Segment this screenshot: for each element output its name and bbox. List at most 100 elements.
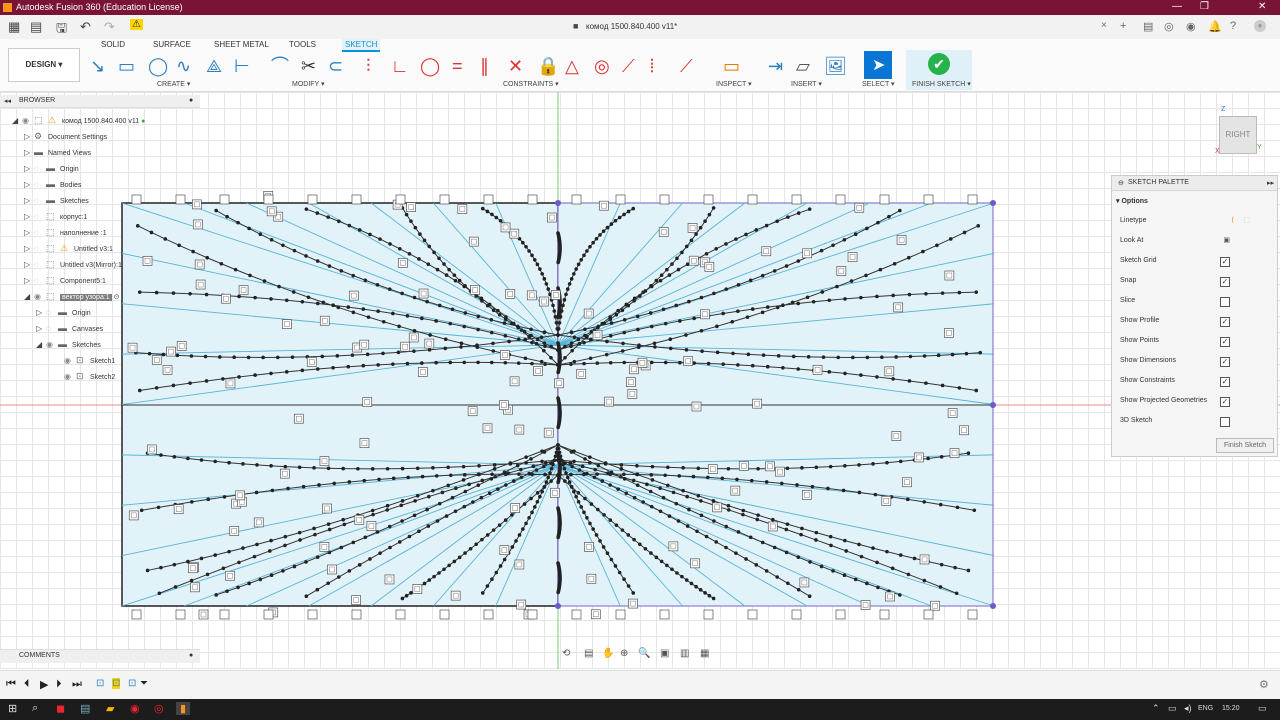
select-group-label[interactable]: SELECT ▾ <box>862 80 895 88</box>
tree-item-sketches[interactable]: ▷ ◌ ▬ Sketches <box>24 192 89 208</box>
eye-icon[interactable]: ◌ <box>46 305 58 321</box>
trim-icon[interactable]: ✂ <box>301 55 316 77</box>
play-icon[interactable]: ▶ <box>40 678 48 691</box>
dimension-icon[interactable]: ⊢ <box>234 55 250 77</box>
palette-expand-icon[interactable]: ▸▸ <box>1267 179 1274 187</box>
tree-item-napolnenie[interactable]: ▷ ◌ ⬚ наполнение :1 <box>24 224 107 240</box>
workspace-switcher[interactable]: DESIGN ▾ <box>8 48 80 82</box>
eye-icon[interactable]: ◌ <box>34 257 46 273</box>
symmetry-icon[interactable]: ⦙ <box>650 55 654 77</box>
sketch-palette-header[interactable]: ⊖ SKETCH PALETTE ▸▸ <box>1112 176 1277 191</box>
file-menu-icon[interactable]: ▤ <box>30 19 42 35</box>
expand-arrow-icon[interactable]: ▷ <box>24 177 34 193</box>
eye-icon[interactable]: ◌ <box>34 241 46 257</box>
select-tool-button[interactable]: ➤ <box>864 51 892 79</box>
help-icon[interactable]: ? <box>1230 20 1236 32</box>
app-icon-office[interactable]: ◼ <box>56 702 65 715</box>
tab-surface[interactable]: SURFACE <box>150 39 194 50</box>
close-tab-button[interactable]: × <box>1101 20 1107 31</box>
tab-sketch[interactable]: SKETCH <box>342 39 381 52</box>
collapse-arrow-icon[interactable]: ◢ <box>24 289 34 305</box>
equal-icon[interactable]: = <box>452 55 463 77</box>
snap-checkbox[interactable]: ✓ <box>1220 277 1230 287</box>
save-icon[interactable]: 🖫 <box>56 19 67 41</box>
create-group-label[interactable]: CREATE ▾ <box>157 80 190 88</box>
grid-settings-icon[interactable]: ▥ <box>680 648 689 659</box>
tree-item-vector-uzora[interactable]: ◢ ◉ ⬚ вектор узора:1 ⊙ <box>24 288 120 304</box>
comments-pin-icon[interactable]: ● <box>189 652 193 659</box>
tree-item-korpus[interactable]: ▷ ◌ ⬚ корпус:1 <box>24 208 87 224</box>
timeline-feature-sketch3[interactable]: ⊡ <box>128 678 136 689</box>
tree-item-named-views[interactable]: ▷ ▬ Named Views <box>24 144 91 160</box>
expand-arrow-icon[interactable]: ▷ <box>24 257 34 273</box>
coincident-icon[interactable]: ⫶ <box>366 55 371 77</box>
collinear-icon[interactable]: ✕ <box>508 55 523 77</box>
tree-item-origin[interactable]: ▷ ◌ ▬ Origin <box>24 160 79 176</box>
parallel-icon[interactable]: ∥ <box>480 55 489 77</box>
constraints-group-label[interactable]: CONSTRAINTS ▾ <box>503 80 559 88</box>
eye-icon[interactable]: ◌ <box>34 177 46 193</box>
fix-lock-icon[interactable]: 🔒 <box>537 55 559 77</box>
eye-icon[interactable]: ◌ <box>34 209 46 225</box>
tree-item-canvases[interactable]: ▷ ◌ ▬ Canvases <box>36 320 103 336</box>
circle-icon[interactable]: ◯ <box>148 55 168 77</box>
eye-icon[interactable]: ◉ <box>34 289 46 305</box>
tree-item-sketches-child[interactable]: ◢ ◉ ▬ Sketches <box>36 336 101 352</box>
minimize-button[interactable]: — <box>1172 1 1182 12</box>
tree-item-document-settings[interactable]: ▷ ⚙ Document Settings <box>24 128 107 144</box>
insert-group-label[interactable]: INSERT ▾ <box>791 80 822 88</box>
tree-root[interactable]: ◢ ◉ ⬚ ⚠ комод 1500.840.400 v11 ● <box>12 112 145 128</box>
tree-item-untitled-v3-mirror[interactable]: ▷ ◌ ⬚ Untitled v3(Mirror):1 <box>24 256 122 272</box>
new-tab-icon[interactable]: + <box>1120 20 1126 32</box>
app-icon-explorer[interactable]: ▰ <box>106 702 114 715</box>
triangle-constraint-icon[interactable]: △ <box>565 55 579 77</box>
concentric-icon[interactable]: ◎ <box>594 55 610 77</box>
centerline-linetype-icon[interactable]: ⬚ <box>1243 211 1250 231</box>
extensions-icon[interactable]: ◉ <box>1186 20 1196 33</box>
tangent-icon[interactable]: ◯ <box>420 55 440 77</box>
options-section-header[interactable]: ▾ Options <box>1116 192 1266 212</box>
job-status-icon[interactable]: ▤ <box>1143 20 1153 33</box>
expand-arrow-icon[interactable]: ▷ <box>24 273 34 289</box>
eye-icon[interactable]: ◉ <box>64 353 76 369</box>
finish-sketch-button[interactable]: Finish Sketch <box>1216 438 1274 453</box>
tree-item-bodies[interactable]: ▷ ◌ ▬ Bodies <box>24 176 81 192</box>
search-icon[interactable]: ⌕ <box>32 702 38 715</box>
eye-icon[interactable]: ◉ <box>64 369 76 385</box>
viewports-icon[interactable]: ▦ <box>700 648 709 659</box>
spline-icon[interactable]: ∿ <box>176 55 191 77</box>
fit-icon[interactable]: 🔍 <box>638 648 650 659</box>
warning-icon[interactable]: ⚠ <box>130 19 143 30</box>
browser-header[interactable]: ◂◂ BROWSER ● <box>0 95 200 108</box>
slice-checkbox[interactable] <box>1220 297 1230 307</box>
collapse-browser-icon[interactable]: ◂◂ <box>4 97 11 105</box>
expand-arrow-icon[interactable]: ▷ <box>24 129 34 145</box>
expand-arrow-icon[interactable]: ▷ <box>24 193 34 209</box>
construction-linetype-icon[interactable]: ⟨ <box>1231 211 1234 231</box>
tree-item-sketch2[interactable]: ◉ ⊡ Sketch2 <box>64 368 115 384</box>
expand-arrow-icon[interactable]: ▷ <box>24 225 34 241</box>
data-panel-icon[interactable]: ▦ <box>8 19 20 35</box>
display-settings-icon[interactable]: ▣ <box>660 648 669 659</box>
inspect-group-label[interactable]: INSPECT ▾ <box>716 80 752 88</box>
step-forward-icon[interactable]: ⏵ <box>56 678 62 691</box>
expand-arrow-icon[interactable]: ▷ <box>36 305 46 321</box>
activate-radio-icon[interactable]: ⊙ <box>114 294 120 301</box>
show-constraints-checkbox[interactable]: ✓ <box>1220 377 1230 387</box>
palette-toggle-icon[interactable]: ⊖ <box>1118 179 1124 187</box>
insert-derive-icon[interactable]: ⇥ <box>768 55 783 77</box>
eye-icon[interactable]: ◌ <box>34 193 46 209</box>
finish-sketch-ribbon-button[interactable]: ✔ FINISH SKETCH ▾ <box>906 50 972 90</box>
timeline-feature-sketch1[interactable]: ⊡ <box>96 678 104 689</box>
tray-expand-icon[interactable]: ⌃ <box>1152 703 1160 714</box>
insert-image-icon[interactable]: 🖼 <box>824 55 847 77</box>
go-to-end-icon[interactable]: ⏭ <box>72 678 82 691</box>
3d-sketch-checkbox[interactable] <box>1220 417 1230 427</box>
eye-icon[interactable]: ◌ <box>34 225 46 241</box>
eye-icon[interactable]: ◌ <box>34 161 46 177</box>
tab-solid[interactable]: SOLID <box>98 39 128 50</box>
tree-item-component5[interactable]: ▷ ◌ ⬚ Component5:1 <box>24 272 106 288</box>
document-tab-title[interactable]: комод 1500.840.400 v11* <box>586 22 677 31</box>
notifications-icon[interactable]: 🔔 <box>1208 20 1222 33</box>
app-icon-browser[interactable]: ◉ <box>130 702 140 715</box>
